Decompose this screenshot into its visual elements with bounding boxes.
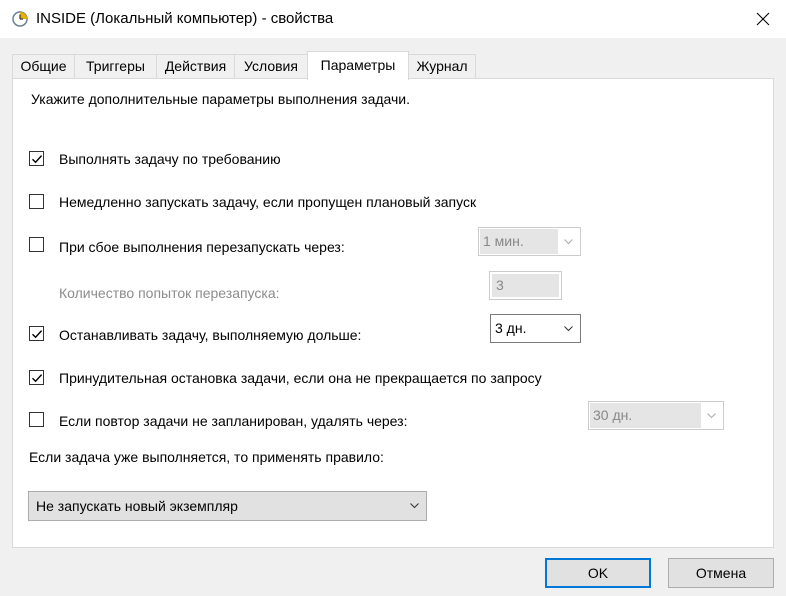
checkmark-icon	[32, 155, 43, 164]
run-missed-checkbox[interactable]	[29, 194, 44, 209]
ok-button[interactable]: OK	[545, 558, 651, 588]
settings-panel: Укажите дополнительные параметры выполне…	[12, 78, 774, 548]
tab-general[interactable]: Общие	[12, 54, 75, 79]
stop-duration-value: 3 дн.	[495, 320, 527, 336]
restart-on-failure-label: При сбое выполнения перезапускать через:	[59, 239, 345, 255]
running-rule-value: Не запускать новый экземпляр	[36, 498, 238, 514]
cancel-button[interactable]: Отмена	[668, 558, 774, 588]
task-scheduler-clock-icon	[12, 11, 28, 27]
tab-triggers[interactable]: Триггеры	[74, 54, 157, 79]
close-icon	[756, 12, 770, 26]
tab-actions[interactable]: Действия	[156, 54, 235, 79]
chevron-down-icon	[707, 413, 716, 419]
checkmark-icon	[32, 374, 43, 383]
restart-interval-value: 1 мин.	[480, 229, 558, 254]
tab-history[interactable]: Журнал	[408, 54, 476, 79]
restart-interval-dropdown[interactable]: 1 мин.	[478, 227, 581, 256]
restart-attempts-value: 3	[492, 274, 559, 297]
checkmark-icon	[32, 330, 43, 339]
force-stop-label: Принудительная остановка задачи, если он…	[59, 370, 542, 386]
tab-settings[interactable]: Параметры	[307, 51, 409, 80]
stop-if-longer-label: Останавливать задачу, выполняемую дольше…	[59, 327, 362, 343]
chevron-down-icon	[410, 503, 419, 509]
force-stop-checkbox[interactable]	[29, 370, 44, 385]
title-bar: INSIDE (Локальный компьютер) - свойства	[0, 0, 786, 38]
stop-duration-dropdown[interactable]: 3 дн.	[490, 314, 581, 343]
restart-attempts-field[interactable]: 3	[489, 271, 562, 300]
close-button[interactable]	[740, 0, 786, 38]
restart-attempts-label: Количество попыток перезапуска:	[59, 285, 280, 301]
restart-on-failure-checkbox[interactable]	[29, 237, 44, 252]
delete-task-checkbox[interactable]	[29, 412, 44, 427]
delete-task-label: Если повтор задачи не запланирован, удал…	[59, 413, 408, 429]
chevron-down-icon	[564, 239, 573, 245]
chevron-down-icon	[564, 326, 573, 332]
delete-duration-dropdown[interactable]: 30 дн.	[588, 401, 724, 430]
running-rule-label: Если задача уже выполняется, то применят…	[29, 449, 384, 465]
run-on-demand-label: Выполнять задачу по требованию	[59, 151, 281, 167]
tab-conditions[interactable]: Условия	[234, 54, 308, 79]
run-missed-label: Немедленно запускать задачу, если пропущ…	[59, 194, 477, 210]
running-rule-dropdown[interactable]: Не запускать новый экземпляр	[28, 491, 427, 521]
window-title: INSIDE (Локальный компьютер) - свойства	[36, 10, 334, 27]
run-on-demand-checkbox[interactable]	[29, 151, 44, 166]
stop-if-longer-checkbox[interactable]	[29, 326, 44, 341]
settings-description: Укажите дополнительные параметры выполне…	[31, 91, 411, 107]
delete-duration-value: 30 дн.	[590, 403, 701, 428]
